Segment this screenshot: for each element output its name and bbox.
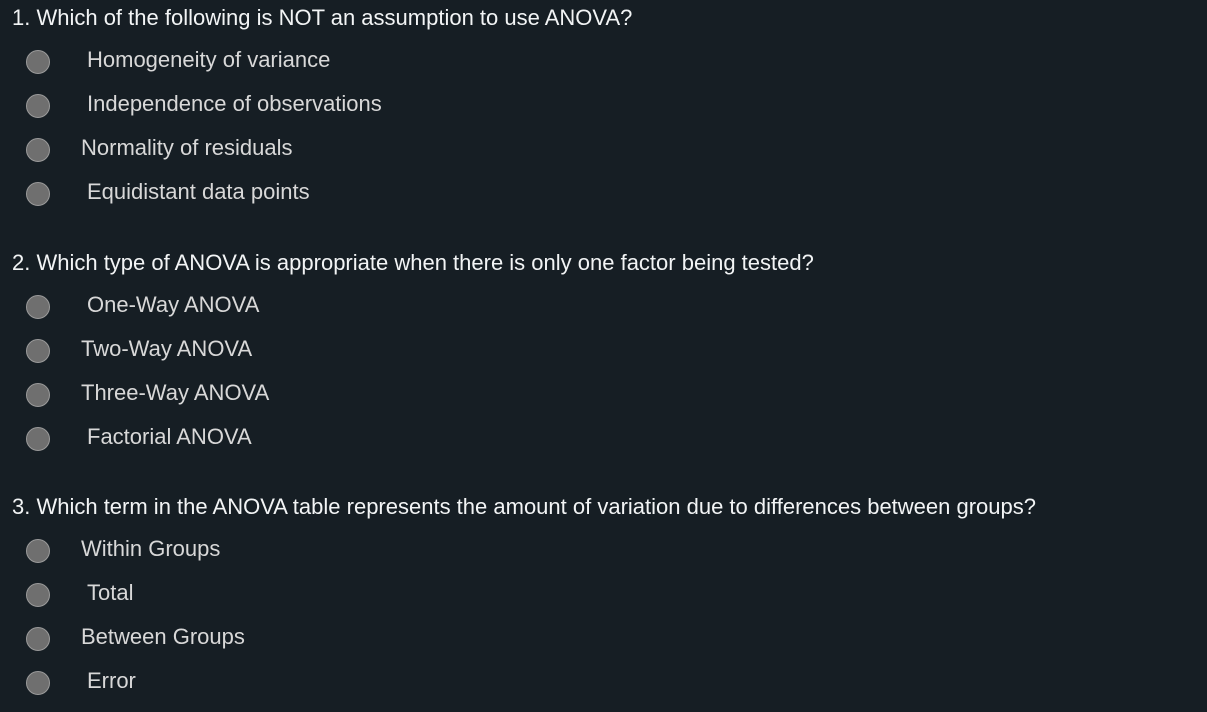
- radio-button[interactable]: [26, 583, 50, 607]
- question-3: 3. Which term in the ANOVA table represe…: [12, 493, 1207, 707]
- q3-option-2[interactable]: Total: [12, 575, 1207, 619]
- radio-button[interactable]: [26, 671, 50, 695]
- q1-option-2[interactable]: Independence of observations: [12, 86, 1207, 130]
- option-label: Three-Way ANOVA: [81, 380, 270, 405]
- quiz-container: 1. Which of the following is NOT an assu…: [0, 0, 1207, 712]
- question-3-text: 3. Which term in the ANOVA table represe…: [12, 494, 1036, 519]
- option-label: Independence of observations: [87, 91, 382, 116]
- radio-button[interactable]: [26, 94, 50, 118]
- radio-button[interactable]: [26, 295, 50, 319]
- option-label: Equidistant data points: [87, 179, 310, 204]
- option-label: Two-Way ANOVA: [81, 336, 253, 361]
- q1-option-1[interactable]: Homogeneity of variance: [12, 42, 1207, 86]
- q3-option-3[interactable]: Between Groups: [12, 619, 1207, 663]
- option-label: Factorial ANOVA: [87, 424, 252, 449]
- question-1-options: Homogeneity of variance Independence of …: [12, 42, 1207, 218]
- question-3-options: Within Groups Total Between Groups Error: [12, 531, 1207, 707]
- radio-button[interactable]: [26, 627, 50, 651]
- radio-button[interactable]: [26, 427, 50, 451]
- question-2-text: 2. Which type of ANOVA is appropriate wh…: [12, 250, 814, 275]
- q2-option-4[interactable]: Factorial ANOVA: [12, 419, 1207, 463]
- question-1: 1. Which of the following is NOT an assu…: [12, 4, 1207, 218]
- radio-button[interactable]: [26, 539, 50, 563]
- option-label: Error: [87, 668, 136, 693]
- radio-button[interactable]: [26, 339, 50, 363]
- q2-option-3[interactable]: Three-Way ANOVA: [12, 375, 1207, 419]
- radio-button[interactable]: [26, 50, 50, 74]
- question-2: 2. Which type of ANOVA is appropriate wh…: [12, 249, 1207, 463]
- q1-option-4[interactable]: Equidistant data points: [12, 174, 1207, 218]
- q1-option-3[interactable]: Normality of residuals: [12, 130, 1207, 174]
- q3-option-1[interactable]: Within Groups: [12, 531, 1207, 575]
- q2-option-1[interactable]: One-Way ANOVA: [12, 287, 1207, 331]
- question-2-options: One-Way ANOVA Two-Way ANOVA Three-Way AN…: [12, 287, 1207, 463]
- question-1-text: 1. Which of the following is NOT an assu…: [12, 5, 633, 30]
- radio-button[interactable]: [26, 138, 50, 162]
- radio-button[interactable]: [26, 182, 50, 206]
- option-label: One-Way ANOVA: [87, 292, 260, 317]
- option-label: Homogeneity of variance: [87, 47, 331, 72]
- option-label: Normality of residuals: [81, 135, 293, 160]
- option-label: Total: [87, 580, 134, 605]
- radio-button[interactable]: [26, 383, 50, 407]
- q3-option-4[interactable]: Error: [12, 663, 1207, 707]
- option-label: Between Groups: [81, 624, 245, 649]
- q2-option-2[interactable]: Two-Way ANOVA: [12, 331, 1207, 375]
- option-label: Within Groups: [81, 536, 221, 561]
